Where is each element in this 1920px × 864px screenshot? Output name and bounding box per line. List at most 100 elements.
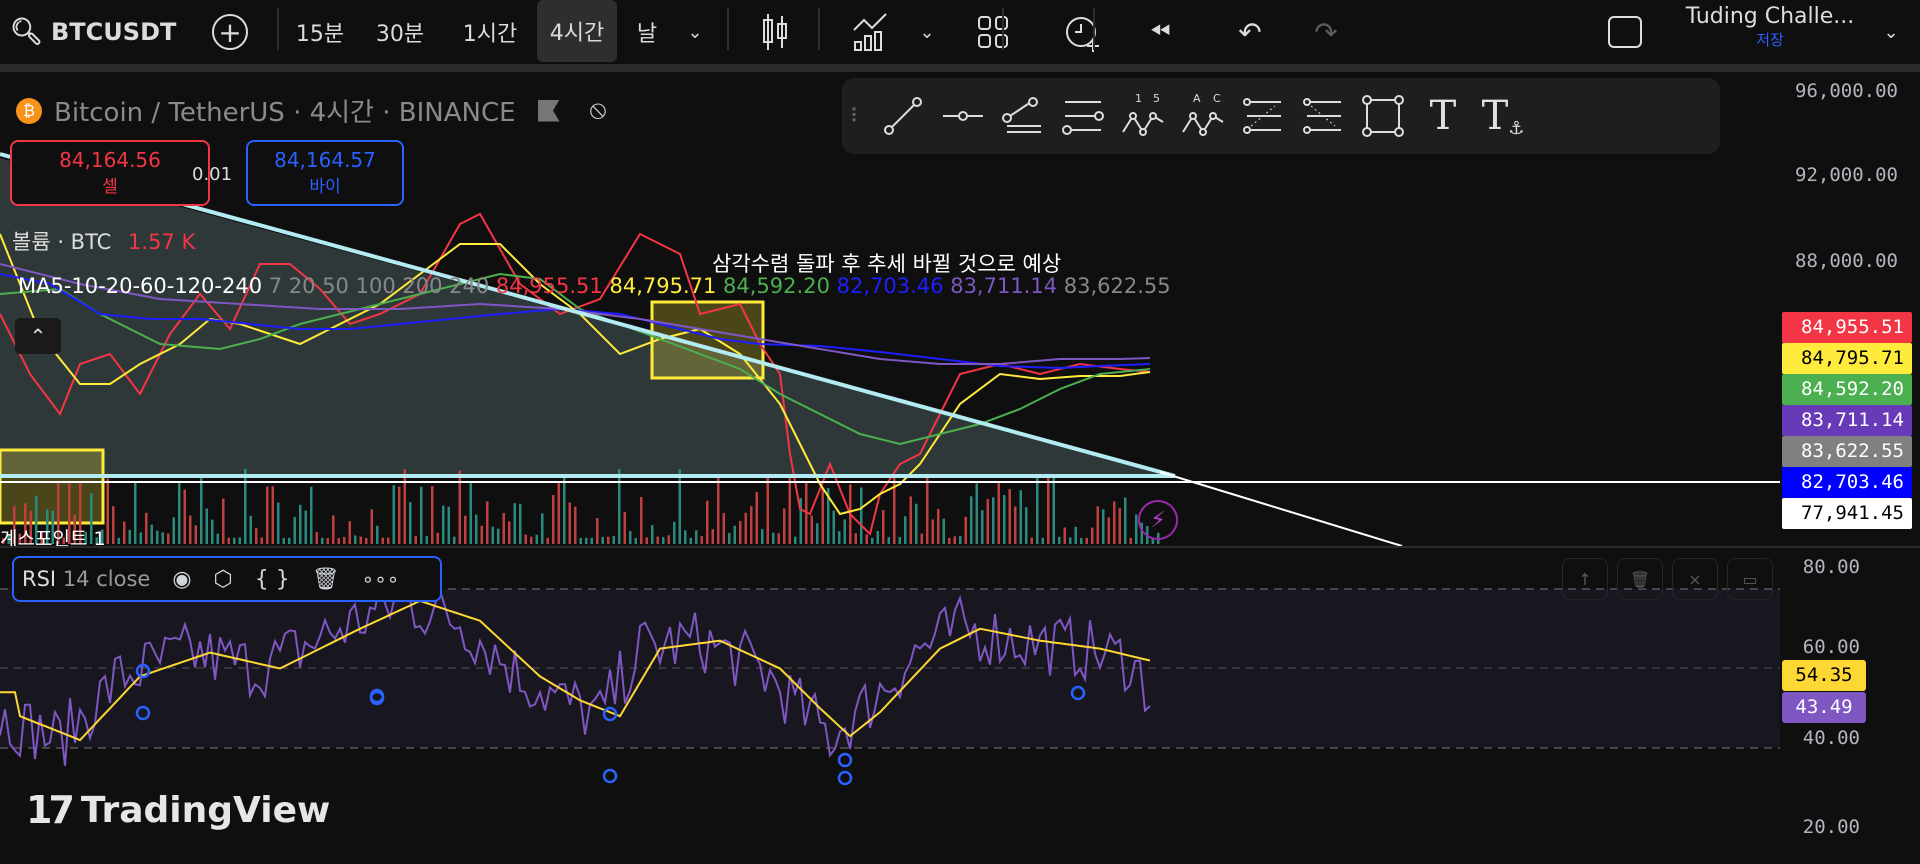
interval-dropdown-chevron-icon[interactable]: ⌄ xyxy=(680,10,710,54)
eye-icon[interactable]: ◉ xyxy=(172,567,191,592)
highlight-box[interactable] xyxy=(650,300,765,380)
rsi-axis-label: 80.00 xyxy=(1802,556,1860,578)
hide-eye-icon[interactable]: ⦸ xyxy=(590,95,607,126)
rectangle-tool-icon[interactable] xyxy=(1358,92,1408,140)
interval-4h-active[interactable]: 4시간 xyxy=(537,0,617,62)
volume-bar xyxy=(431,486,434,544)
delete-pane-trash-icon[interactable]: 🗑︎ xyxy=(1617,558,1663,600)
volume-legend[interactable]: 볼륨 · BTC 1.57 K xyxy=(12,226,195,256)
buy-button[interactable]: 84,164.57 바이 xyxy=(246,140,404,206)
drag-handle-icon[interactable]: ⠇ xyxy=(842,92,872,140)
alert-clock-icon[interactable] xyxy=(1058,10,1108,54)
volume-bar xyxy=(134,482,137,544)
volume-bar xyxy=(403,469,406,544)
more-icon[interactable]: ∘∘∘ xyxy=(362,567,400,591)
price-tag: 84,955.51 xyxy=(1782,312,1912,343)
collapse-pane-icon[interactable]: ⨯ xyxy=(1672,558,1718,600)
maximize-pane-icon[interactable]: ▭ xyxy=(1727,558,1773,600)
top-toolbar: 🔍︎ BTCUSDT + 15분 30분 1시간 4시간 날 ⌄ ⌄ ⏪︎ ↶ … xyxy=(0,0,1920,64)
plus-circle-icon: + xyxy=(212,14,248,50)
volume-bar xyxy=(475,514,478,544)
volume-bar xyxy=(772,532,775,544)
volume-bar xyxy=(887,537,890,544)
price-tag: 77,941.45 xyxy=(1782,498,1912,529)
lightning-icon[interactable]: ⚡︎ xyxy=(1138,500,1178,540)
signal-marker[interactable] xyxy=(602,768,618,784)
volume-bar xyxy=(359,536,362,544)
volume-bar xyxy=(992,497,995,544)
volume-bar xyxy=(519,503,522,544)
volume-bar xyxy=(585,537,588,544)
symbol-title: Bitcoin / TetherUS · 4시간 · BINANCE xyxy=(54,98,516,128)
long-position-tool-icon[interactable] xyxy=(1238,92,1288,140)
ma-legend[interactable]: MA5-10-20-60-120-240 7 20 50 100 200 240… xyxy=(18,274,1171,298)
volume-bar xyxy=(112,506,115,544)
interval-15m[interactable]: 15분 xyxy=(290,10,350,54)
volume-bar xyxy=(524,534,527,544)
volume-bar xyxy=(695,530,698,544)
signal-marker[interactable] xyxy=(837,752,853,768)
rsi-ma-value-tag: 54.35 xyxy=(1782,660,1866,691)
volume-bar xyxy=(150,524,153,544)
layout-chevron-icon[interactable]: ⌄ xyxy=(1876,10,1906,54)
interval-day[interactable]: 날 xyxy=(625,10,669,54)
tradingview-watermark[interactable]: 17 TradingView xyxy=(26,788,330,832)
sell-button[interactable]: 84,164.56 셀 xyxy=(10,140,210,206)
volume-bar xyxy=(508,521,511,544)
interval-1h[interactable]: 1시간 xyxy=(450,10,530,54)
text-tool-icon[interactable]: T xyxy=(1418,92,1468,140)
volume-bar xyxy=(299,504,302,544)
volume-bar xyxy=(304,510,307,544)
volume-bar xyxy=(200,478,203,544)
interval-30m[interactable]: 30분 xyxy=(370,10,430,54)
layout-grid-icon[interactable] xyxy=(968,10,1018,54)
anchored-text-tool-icon[interactable]: T ⚓︎ xyxy=(1478,92,1528,140)
elliott-wave-1-5-tool-icon[interactable]: 15 xyxy=(1118,92,1168,140)
volume-bar xyxy=(684,530,687,544)
elliott-wave-abc-tool-icon[interactable]: AC xyxy=(1178,92,1228,140)
volume-bar xyxy=(310,486,313,544)
rsi-legend[interactable]: RSI 14 close ◉ ⬡ { } 🗑︎ ∘∘∘ xyxy=(12,556,442,602)
undo-icon[interactable]: ↶ xyxy=(1230,10,1270,54)
volume-bar xyxy=(260,537,263,544)
rsi-params: 14 close xyxy=(62,567,151,591)
symbol-search[interactable]: 🔍︎ BTCUSDT xyxy=(10,10,180,54)
volume-bar xyxy=(1041,537,1044,544)
flag-icon[interactable] xyxy=(537,99,560,122)
volume-bar xyxy=(552,495,555,544)
source-code-braces-icon[interactable]: { } xyxy=(255,567,290,592)
compare-add-button[interactable]: + xyxy=(210,10,250,54)
rsi-pane[interactable]: RSI 14 close ◉ ⬡ { } 🗑︎ ∘∘∘ ↑ 🗑︎ ⨯ ▭ 17 … xyxy=(0,548,1780,864)
replay-rewind-icon[interactable]: ⏪︎ xyxy=(1137,10,1183,54)
volume-bar xyxy=(882,510,885,544)
trend-line-tool-icon[interactable] xyxy=(878,92,928,140)
indicators-icon[interactable] xyxy=(845,10,895,54)
candlestick-icon[interactable] xyxy=(755,10,795,54)
horizontal-ray-tool-icon[interactable] xyxy=(938,92,988,140)
pitchfork-tool-icon[interactable] xyxy=(998,92,1048,140)
short-position-tool-icon[interactable] xyxy=(1298,92,1348,140)
drawing-toolbar: ⠇ 15 AC T T ⚓︎ xyxy=(842,78,1720,154)
layout-square-icon[interactable] xyxy=(1605,10,1645,54)
save-button[interactable]: 저장 xyxy=(1670,29,1870,50)
volume-bar xyxy=(370,509,373,544)
volume-bar xyxy=(607,536,610,544)
volume-bar xyxy=(667,535,670,544)
trash-icon[interactable]: 🗑︎ xyxy=(312,567,340,592)
layout-save-menu[interactable]: Tuding Challe... 저장 xyxy=(1670,4,1870,50)
volume-bar xyxy=(898,537,901,544)
fib-retracement-tool-icon[interactable] xyxy=(1058,92,1108,140)
volume-bar xyxy=(1047,477,1050,544)
settings-hexagon-icon[interactable]: ⬡ xyxy=(214,567,233,592)
indicators-chevron-icon[interactable]: ⌄ xyxy=(912,10,942,54)
symbol-name: BTCUSDT xyxy=(51,18,177,46)
redo-icon[interactable]: ↷ xyxy=(1306,10,1346,54)
rsi-axis-label: 40.00 xyxy=(1802,727,1860,749)
signal-marker[interactable] xyxy=(837,770,853,786)
move-pane-up-arrow-icon[interactable]: ↑ xyxy=(1562,558,1608,600)
volume-bar xyxy=(392,485,395,544)
trend-extension-line[interactable] xyxy=(1159,471,1403,546)
collapse-legend-chevron-up-icon[interactable]: ⌃ xyxy=(15,318,61,354)
volume-bar xyxy=(354,535,357,544)
volume-bar xyxy=(645,537,648,544)
